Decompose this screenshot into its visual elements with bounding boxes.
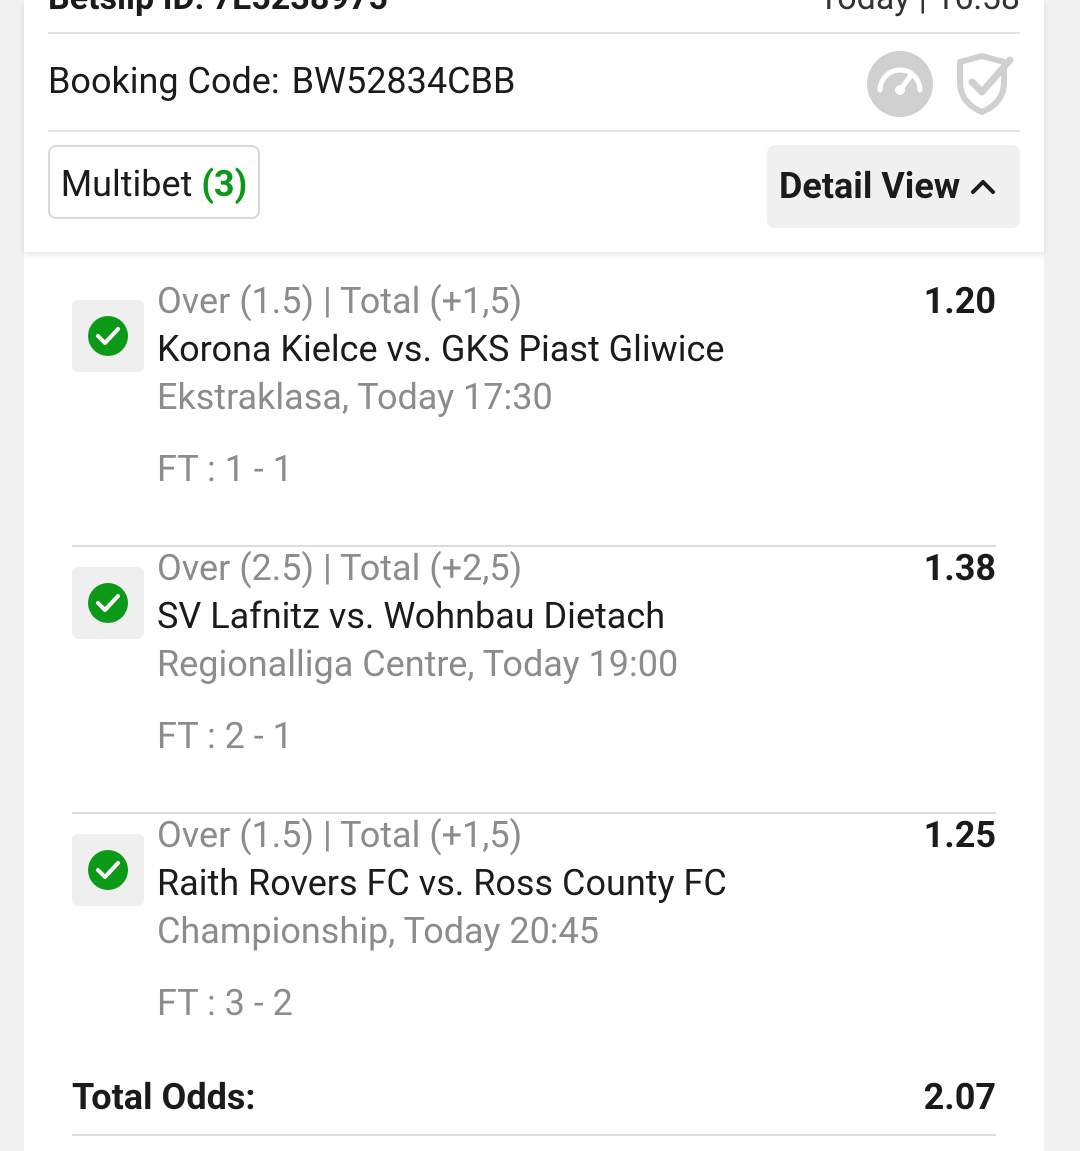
bet-league: Ekstraklasa, Today 17:30: [157, 376, 553, 418]
betslip-header: Betslip ID: 7E5238975 Today | 16:58 Book…: [24, 0, 1044, 252]
bet-league: Regionalliga Centre, Today 19:00: [157, 643, 679, 685]
chevron-up-icon: [971, 180, 995, 194]
check-circle-icon: [88, 850, 128, 890]
bet-score: FT : 1 - 1: [157, 448, 293, 490]
check-circle-icon: [88, 583, 128, 623]
bet-odds: 1.20: [923, 280, 996, 322]
bet-match: Korona Kielce vs. GKS Piast Gliwice: [157, 328, 725, 370]
betslip-id: Betslip ID: 7E5238975: [48, 0, 388, 18]
multibet-count: (3): [201, 163, 248, 205]
betslip-card: Betslip ID: 7E5238975 Today | 16:58 Book…: [24, 0, 1044, 1151]
bet-league: Championship, Today 20:45: [157, 910, 599, 952]
bet-score: FT : 2 - 1: [157, 715, 293, 757]
total-odds-row: Total Odds: 2.07: [72, 1076, 996, 1120]
divider: [48, 130, 1020, 132]
booking-code-value[interactable]: BW52834CBB: [292, 60, 516, 102]
total-odds-label: Total Odds:: [72, 1076, 256, 1118]
bet-item: Over (1.5) | Total (+1,5) Raith Rovers F…: [72, 814, 996, 1034]
bet-market: Over (2.5) | Total (+2,5): [157, 547, 523, 589]
total-odds-value: 2.07: [923, 1076, 996, 1118]
booking-code-label: Booking Code:: [48, 60, 280, 102]
divider: [48, 32, 1020, 34]
check-status: [72, 567, 144, 639]
bet-match: SV Lafnitz vs. Wohnbau Dietach: [157, 595, 666, 637]
booking-code-row: Booking Code: BW52834CBB: [48, 60, 515, 102]
betslip-date: Today | 16:58: [819, 0, 1020, 18]
check-status: [72, 834, 144, 906]
divider: [72, 1134, 996, 1136]
bet-score: FT : 3 - 2: [157, 982, 293, 1024]
check-status: [72, 300, 144, 372]
shield-check-icon[interactable]: [952, 52, 1014, 116]
bet-odds: 1.38: [923, 547, 996, 589]
bet-item: Over (2.5) | Total (+2,5) SV Lafnitz vs.…: [72, 547, 996, 814]
bet-item: Over (1.5) | Total (+1,5) Korona Kielce …: [72, 280, 996, 547]
multibet-button[interactable]: Multibet (3): [48, 145, 260, 219]
detail-view-label: Detail View: [779, 165, 961, 207]
bet-market: Over (1.5) | Total (+1,5): [157, 814, 523, 856]
bet-odds: 1.25: [923, 814, 996, 856]
speedometer-icon[interactable]: [866, 50, 934, 118]
bet-market: Over (1.5) | Total (+1,5): [157, 280, 523, 322]
check-circle-icon: [88, 316, 128, 356]
bet-match: Raith Rovers FC vs. Ross County FC: [157, 862, 727, 904]
betslip-id-row: Betslip ID: 7E5238975 Today | 16:58: [48, 0, 1020, 18]
detail-view-button[interactable]: Detail View: [767, 145, 1020, 228]
multibet-label: Multibet: [60, 163, 193, 205]
